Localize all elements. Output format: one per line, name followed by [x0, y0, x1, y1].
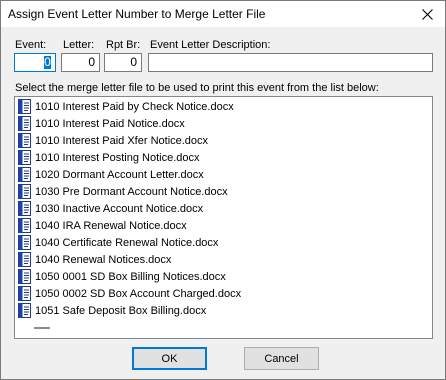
- list-item[interactable]: 1030 Inactive Account Notice.docx: [18, 200, 241, 217]
- list-item[interactable]: 1010 Interest Posting Notice.docx: [18, 149, 241, 166]
- list-item-label: 1051 Safe Deposit Box Billing.docx: [35, 304, 207, 317]
- word-document-icon: [18, 303, 32, 318]
- event-label: Event:: [15, 39, 47, 51]
- close-button[interactable]: [417, 5, 437, 23]
- close-icon: [421, 8, 433, 20]
- letter-value: 0: [88, 55, 95, 69]
- list-item-label: 1050 0002 SD Box Account Charged.docx: [35, 287, 242, 300]
- list-item[interactable]: 1040 IRA Renewal Notice.docx: [18, 217, 241, 234]
- word-document-icon: [18, 116, 32, 131]
- title-bar[interactable]: Assign Event Letter Number to Merge Lett…: [1, 1, 445, 27]
- word-document-icon: [18, 184, 32, 199]
- list-item[interactable]: 1040 Renewal Notices.docx: [18, 251, 241, 268]
- list-item-label: 1040 Certificate Renewal Notice.docx: [35, 236, 219, 249]
- list-item[interactable]: 1020 Dormant Account Letter.docx: [18, 166, 241, 183]
- list-item-label: 1010 Interest Paid Notice.docx: [35, 117, 185, 130]
- list-item-label: 1050 0001 SD Box Billing Notices.docx: [35, 270, 226, 283]
- event-field[interactable]: 0: [14, 53, 56, 72]
- window-title: Assign Event Letter Number to Merge Lett…: [8, 7, 266, 21]
- list-item[interactable]: 1050 0002 SD Box Account Charged.docx: [18, 285, 241, 302]
- word-document-icon: [18, 167, 32, 182]
- list-item-label: 1010 Interest Posting Notice.docx: [35, 151, 200, 164]
- list-item[interactable]: 1040 Certificate Renewal Notice.docx: [18, 234, 241, 251]
- word-document-icon: [18, 252, 32, 267]
- list-item-label: 1010 Interest Paid Xfer Notice.docx: [35, 134, 209, 147]
- word-document-icon: [18, 201, 32, 216]
- letter-label: Letter:: [63, 39, 95, 51]
- list-item-label: 1020 Dormant Account Letter.docx: [35, 168, 204, 181]
- rpt-br-label: Rpt Br:: [106, 39, 141, 51]
- word-document-icon: [18, 133, 32, 148]
- word-document-icon: [18, 218, 32, 233]
- event-value: 0: [44, 55, 51, 69]
- merge-file-list: 1010 Interest Paid by Check Notice.docx …: [18, 98, 241, 319]
- list-item[interactable]: 1051 Safe Deposit Box Billing.docx: [18, 302, 241, 319]
- list-item[interactable]: 1010 Interest Paid Notice.docx: [18, 115, 241, 132]
- cancel-button[interactable]: Cancel: [244, 347, 319, 370]
- list-item[interactable]: 1030 Pre Dormant Account Notice.docx: [18, 183, 241, 200]
- list-instruction: Select the merge letter file to be used …: [15, 82, 379, 94]
- letter-field[interactable]: 0: [61, 53, 100, 72]
- list-item-label: 1010 Interest Paid by Check Notice.docx: [35, 100, 234, 113]
- list-item[interactable]: 1010 Interest Paid Xfer Notice.docx: [18, 132, 241, 149]
- word-document-icon: [18, 286, 32, 301]
- word-document-icon: [18, 269, 32, 284]
- rpt-br-value: 0: [130, 55, 137, 69]
- ok-button[interactable]: OK: [132, 347, 207, 370]
- description-field[interactable]: [148, 53, 433, 72]
- list-item[interactable]: 1050 0001 SD Box Billing Notices.docx: [18, 268, 241, 285]
- list-item-label: 1030 Pre Dormant Account Notice.docx: [35, 185, 228, 198]
- description-label: Event Letter Description:: [150, 39, 271, 51]
- merge-file-listbox[interactable]: 1010 Interest Paid by Check Notice.docx …: [14, 96, 433, 339]
- list-item-label: 1040 Renewal Notices.docx: [35, 253, 172, 266]
- word-document-icon: [18, 99, 32, 114]
- word-document-icon: [18, 235, 32, 250]
- word-document-icon: [18, 150, 32, 165]
- list-item-label: 1030 Inactive Account Notice.docx: [35, 202, 204, 215]
- list-item[interactable]: 1010 Interest Paid by Check Notice.docx: [18, 98, 241, 115]
- horizontal-scroll-indicator[interactable]: [34, 327, 50, 329]
- list-item-label: 1040 IRA Renewal Notice.docx: [35, 219, 187, 232]
- dialog-window: Assign Event Letter Number to Merge Lett…: [0, 0, 446, 380]
- rpt-br-field[interactable]: 0: [104, 53, 142, 72]
